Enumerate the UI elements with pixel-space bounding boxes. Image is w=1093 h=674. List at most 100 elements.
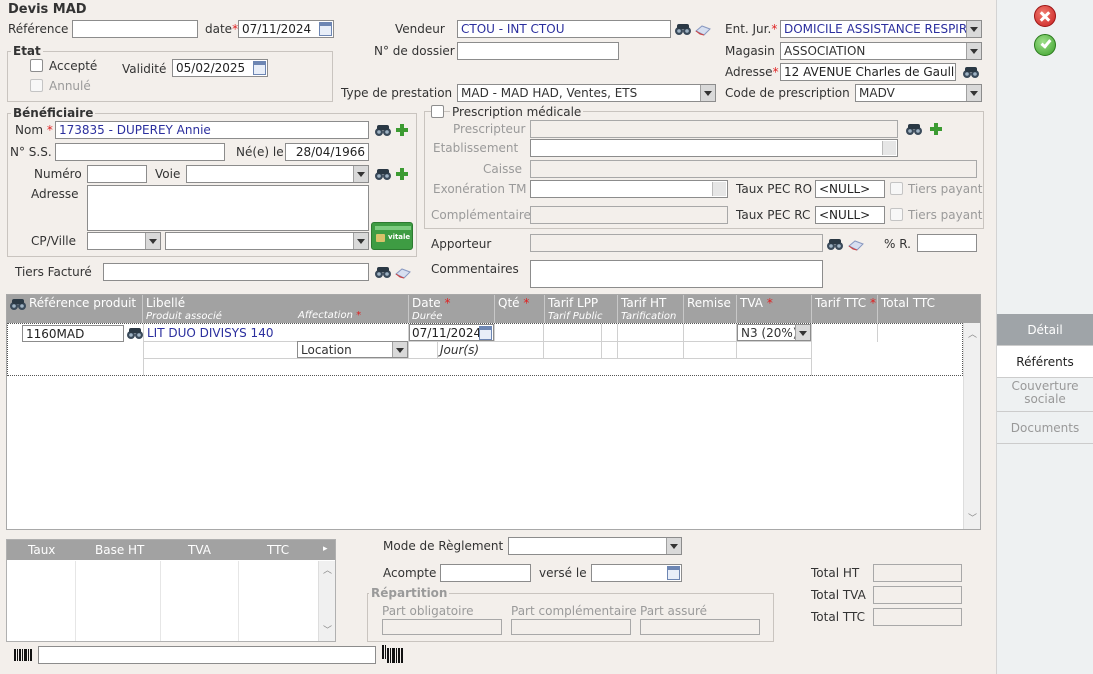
row-tva-select[interactable]: N3 (20%) <box>737 324 811 341</box>
vat-scrollbar[interactable]: ︿ ﹀ <box>318 561 335 641</box>
binoculars-icon[interactable] <box>674 22 692 36</box>
tab-couverture-sociale[interactable]: Couverture sociale <box>997 378 1093 412</box>
accepte-checkbox[interactable] <box>30 59 43 72</box>
part-complementaire-input[interactable] <box>511 619 631 635</box>
part-assure-input[interactable] <box>640 619 760 635</box>
taux-ro-input[interactable]: <NULL> <box>815 180 885 198</box>
tab-detail[interactable]: Détail <box>997 314 1093 346</box>
nom-input[interactable]: 173835 - DUPEREY Annie <box>55 121 369 139</box>
scroll-up-icon[interactable]: ︿ <box>323 563 332 576</box>
etablissement-select[interactable] <box>530 139 898 157</box>
prescripteur-input[interactable] <box>530 120 898 138</box>
calendar-icon[interactable] <box>253 61 266 75</box>
ss-input[interactable] <box>55 143 225 161</box>
numero-input[interactable] <box>87 165 147 183</box>
commentaires-textarea[interactable] <box>530 260 823 288</box>
calendar-icon[interactable] <box>479 326 492 340</box>
eraser-icon[interactable] <box>694 23 712 37</box>
cancel-icon[interactable] <box>1034 5 1056 27</box>
chevron-down-icon[interactable] <box>966 85 981 101</box>
table-scrollbar[interactable]: ︿ ﹀ <box>963 323 980 529</box>
tiers-payant-ro-checkbox[interactable] <box>890 182 903 195</box>
complementaire-input[interactable] <box>530 206 728 224</box>
add-icon[interactable] <box>930 123 942 135</box>
verse-le-input[interactable] <box>591 564 682 582</box>
code-prescription-select[interactable]: MADV <box>855 84 982 102</box>
eraser-icon[interactable] <box>394 266 412 280</box>
chevron-down-icon[interactable] <box>353 233 368 249</box>
taux-rc-input[interactable]: <NULL> <box>815 206 885 224</box>
chevron-down-icon[interactable] <box>666 538 681 554</box>
dossier-input[interactable] <box>457 42 619 60</box>
binoculars-icon[interactable] <box>826 237 844 251</box>
row-affectation-select[interactable]: Location <box>297 341 408 358</box>
chevron-down-icon[interactable] <box>700 85 715 101</box>
mode-reglement-select[interactable] <box>508 537 682 555</box>
binoculars-icon[interactable] <box>374 167 392 181</box>
add-icon[interactable] <box>396 168 408 180</box>
part-obligatoire-input[interactable] <box>382 619 502 635</box>
binoculars-icon[interactable] <box>9 297 27 311</box>
col-tarif-lpp[interactable]: Tarif LPP Tarif Public <box>545 295 618 323</box>
scroll-up-icon[interactable]: ︿ <box>968 327 977 340</box>
binoculars-icon[interactable] <box>962 65 980 79</box>
binoculars-icon[interactable] <box>126 326 144 340</box>
chevron-right-icon[interactable]: ▸ <box>323 544 328 554</box>
ville-select[interactable] <box>165 232 369 250</box>
validate-icon[interactable] <box>1034 34 1056 56</box>
chevron-down-icon[interactable] <box>795 325 810 340</box>
chevron-down-icon[interactable] <box>353 166 368 182</box>
barcode-scan-icon[interactable] <box>382 645 404 663</box>
row-ref-input[interactable]: 1160MAD <box>22 325 124 342</box>
pct-r-input[interactable] <box>917 234 977 252</box>
col-libelle[interactable]: Libellé Produit associé Affectation * <box>143 295 409 323</box>
chevron-down-icon[interactable] <box>966 43 981 59</box>
col-remise[interactable]: Remise <box>684 295 737 323</box>
calendar-icon[interactable] <box>319 22 332 36</box>
col-tarif-ttc[interactable]: Tarif TTC * <box>812 295 878 323</box>
tiers-facture-input[interactable] <box>103 263 369 281</box>
date-input[interactable]: 07/11/2024 <box>238 20 334 38</box>
type-prestation-select[interactable]: MAD - MAD HAD, Ventes, ETS <box>457 84 716 102</box>
binoculars-icon[interactable] <box>905 122 923 136</box>
vendeur-input[interactable]: CTOU - INT CTOU <box>457 20 671 38</box>
chevron-down-icon[interactable] <box>966 21 981 37</box>
chevron-down-icon[interactable] <box>392 342 407 357</box>
tab-documents[interactable]: Documents <box>997 412 1093 444</box>
eraser-icon[interactable] <box>847 238 865 252</box>
col-qte[interactable]: Qté * <box>495 295 545 323</box>
col-tva[interactable]: TVA * <box>737 295 812 323</box>
add-icon[interactable] <box>396 124 408 136</box>
ent-jur-select[interactable]: DOMICILE ASSISTANCE RESPIR <box>780 20 982 38</box>
ne-input[interactable]: 28/04/1966 <box>285 143 369 161</box>
calendar-icon[interactable] <box>667 566 680 580</box>
col-ref-produit[interactable]: Référence produit <box>7 295 143 323</box>
tab-referents[interactable]: Référents <box>997 346 1093 378</box>
col-total-ttc[interactable]: Total TTC <box>878 295 980 323</box>
reference-input[interactable] <box>72 20 198 38</box>
row-date-input[interactable]: 07/11/2024 <box>409 324 494 341</box>
magasin-select[interactable]: ASSOCIATION <box>780 42 982 60</box>
tiers-payant-rc-checkbox[interactable] <box>890 208 903 221</box>
voie-select[interactable] <box>186 165 369 183</box>
scroll-down-icon[interactable]: ﹀ <box>323 623 332 636</box>
annule-checkbox[interactable] <box>30 79 43 92</box>
col-tarif-ht[interactable]: Tarif HT Tarification <box>618 295 684 323</box>
prescription-checkbox[interactable] <box>431 105 444 118</box>
adresse-benef-textarea[interactable] <box>87 185 369 231</box>
chevron-down-icon[interactable] <box>145 233 160 249</box>
acompte-input[interactable] <box>440 564 531 582</box>
col-date[interactable]: Date * Durée <box>409 295 495 323</box>
adresse-input[interactable]: 12 AVENUE Charles de Gaulle <box>780 63 956 81</box>
scroll-down-icon[interactable]: ﹀ <box>968 511 977 524</box>
barcode-input[interactable] <box>38 646 376 664</box>
apporteur-input[interactable] <box>530 234 823 252</box>
binoculars-icon[interactable] <box>374 123 392 137</box>
cp-select[interactable] <box>87 232 161 250</box>
exoneration-select[interactable] <box>530 180 728 198</box>
binoculars-icon[interactable] <box>374 265 392 279</box>
carte-vitale-icon[interactable]: vitale <box>371 222 413 250</box>
validite-input[interactable]: 05/02/2025 <box>172 59 268 77</box>
row-libelle[interactable]: LIT DUO DIVISYS 140 <box>147 326 273 340</box>
caisse-input[interactable] <box>530 160 977 178</box>
